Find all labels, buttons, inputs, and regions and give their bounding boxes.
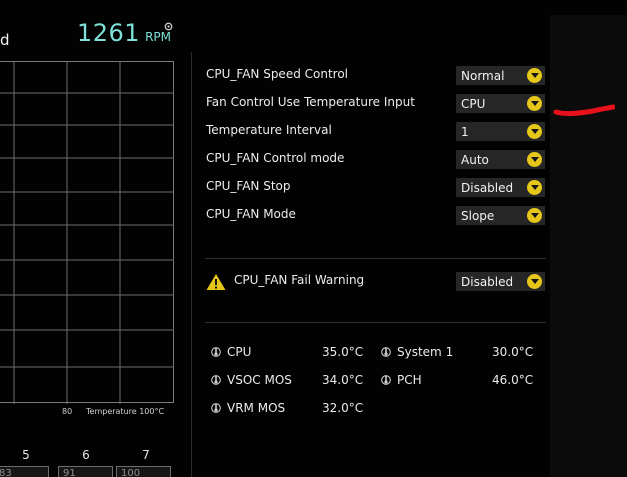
chevron-down-icon	[527, 96, 542, 111]
thermometer-icon	[381, 375, 391, 385]
fan-mode-label: CPU_FAN Mode	[206, 207, 296, 221]
control-mode-label: CPU_FAN Control mode	[206, 151, 345, 165]
temperature-interval-label: Temperature Interval	[206, 123, 332, 137]
speed-control-label: CPU_FAN Speed Control	[206, 67, 349, 81]
fan-mode-dropdown[interactable]: Slope	[456, 206, 545, 225]
temp-label-vsoc-mos: VSOC MOS	[227, 373, 292, 387]
speed-control-value: Normal	[461, 68, 505, 83]
curve-point-value-field[interactable]: 83	[0, 466, 49, 477]
chevron-down-icon	[527, 68, 542, 83]
fan-mode-value: Slope	[461, 208, 495, 223]
temp-label-cpu: CPU	[227, 345, 252, 359]
chevron-down-icon	[527, 274, 542, 289]
panel-divider	[191, 52, 192, 477]
curve-point-number: 6	[82, 448, 90, 462]
curve-point-number: 7	[142, 448, 150, 462]
temp-value-pch: 46.0°C	[492, 373, 534, 387]
temp-label-vrm-mos: VRM MOS	[227, 401, 286, 415]
curve-point-value-field[interactable]: 91	[58, 466, 113, 477]
chevron-down-icon	[527, 124, 542, 139]
fail-warning-dropdown[interactable]: Disabled	[456, 272, 545, 291]
graph-x-axis-label: Temperature 100°C	[86, 407, 165, 416]
temp-label-system-1: System 1	[397, 345, 454, 359]
temperature-input-value: CPU	[461, 96, 486, 111]
fan-speed-value: 1261	[77, 19, 141, 47]
fan-stop-value: Disabled	[461, 180, 514, 195]
temp-value-cpu: 35.0°C	[322, 345, 364, 359]
thermometer-icon	[381, 347, 391, 357]
fan-speed-unit: RPM	[145, 30, 172, 44]
fan-curve-graph[interactable]	[0, 61, 174, 404]
fan-stop-dropdown[interactable]: Disabled	[456, 178, 545, 197]
fan-stop-label: CPU_FAN Stop	[206, 179, 291, 193]
temperature-input-label: Fan Control Use Temperature Input	[206, 95, 415, 109]
speed-control-dropdown[interactable]: Normal	[456, 66, 545, 85]
curve-point-value-field[interactable]: 100	[116, 466, 171, 477]
right-background-strip	[550, 15, 627, 477]
fan-settings-screen: d 1261 RPM 80 Temperature 100°C 5 6 7 83…	[0, 0, 627, 477]
temp-value-vrm-mos: 32.0°C	[322, 401, 364, 415]
fan-curve-grid	[0, 62, 174, 404]
red-annotation-mark	[553, 104, 615, 117]
temperature-input-dropdown[interactable]: CPU	[456, 94, 545, 113]
temp-value-vsoc-mos: 34.0°C	[322, 373, 364, 387]
warning-triangle-icon	[206, 274, 226, 290]
chevron-down-icon	[527, 152, 542, 167]
curve-point-number: 5	[22, 448, 30, 462]
temperature-interval-dropdown[interactable]: 1	[456, 122, 545, 141]
control-mode-value: Auto	[461, 152, 489, 167]
thermometer-icon	[211, 403, 221, 413]
header-cut-text: d	[0, 31, 10, 49]
thermometer-icon	[211, 347, 221, 357]
graph-x-tick-80: 80	[62, 407, 73, 416]
temp-value-system-1: 30.0°C	[492, 345, 534, 359]
section-divider	[205, 322, 546, 323]
temperature-interval-value: 1	[461, 124, 469, 139]
section-divider	[205, 258, 546, 259]
chevron-down-icon	[527, 180, 542, 195]
gear-icon[interactable]	[164, 22, 173, 31]
temp-label-pch: PCH	[397, 373, 422, 387]
control-mode-dropdown[interactable]: Auto	[456, 150, 545, 169]
chevron-down-icon	[527, 208, 542, 223]
fail-warning-value: Disabled	[461, 274, 514, 289]
thermometer-icon	[211, 375, 221, 385]
fail-warning-label: CPU_FAN Fail Warning	[234, 273, 365, 287]
fan-speed-readout: 1261 RPM	[77, 19, 171, 49]
